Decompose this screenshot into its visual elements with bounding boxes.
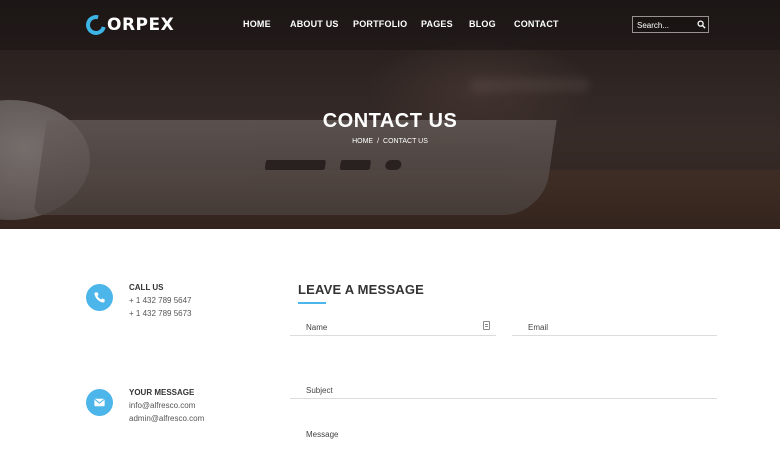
email-field bbox=[512, 320, 717, 336]
nav-item-about-us[interactable]: ABOUT US bbox=[290, 19, 339, 29]
phone-icon bbox=[94, 292, 105, 303]
breadcrumb-separator: / bbox=[377, 138, 380, 145]
phone-icon-badge bbox=[86, 284, 113, 311]
page-title: CONTACT US bbox=[322, 110, 458, 132]
email-address: admin@alfresco.com bbox=[129, 414, 205, 423]
nav-item-contact[interactable]: CONTACT bbox=[514, 19, 559, 29]
subject-field bbox=[290, 383, 717, 399]
message-field bbox=[290, 430, 717, 470]
phone-number: + 1 432 789 5647 bbox=[129, 296, 192, 305]
search-box bbox=[632, 16, 709, 33]
nav-item-portfolio[interactable]: PORTFOLIO bbox=[353, 19, 407, 29]
form-title: LEAVE A MESSAGE bbox=[298, 282, 425, 297]
message-textarea[interactable] bbox=[306, 430, 693, 460]
top-navbar: ORPEX HOME ABOUT US PORTFOLIO PAGES BLOG… bbox=[0, 0, 780, 50]
breadcrumb-current: CONTACT US bbox=[383, 138, 428, 145]
phone-number: + 1 432 789 5673 bbox=[129, 309, 192, 318]
nav-item-pages[interactable]: PAGES bbox=[421, 19, 453, 29]
name-input[interactable] bbox=[306, 320, 472, 334]
name-field bbox=[290, 320, 496, 336]
envelope-icon-badge bbox=[86, 389, 113, 416]
breadcrumb: HOME / CONTACT US bbox=[0, 138, 780, 145]
contact-info-title: CALL US bbox=[129, 283, 164, 292]
envelope-icon bbox=[94, 398, 105, 407]
autofill-icon[interactable] bbox=[483, 321, 490, 330]
contact-info-title: YOUR MESSAGE bbox=[129, 388, 195, 397]
email-input[interactable] bbox=[528, 320, 693, 334]
nav-item-blog[interactable]: BLOG bbox=[469, 19, 496, 29]
title-underline bbox=[298, 302, 326, 304]
email-address: info@alfresco.com bbox=[129, 401, 196, 410]
subject-input[interactable] bbox=[306, 383, 693, 397]
nav-item-home[interactable]: HOME bbox=[243, 19, 271, 29]
breadcrumb-home-link[interactable]: HOME bbox=[352, 138, 373, 145]
search-icon[interactable] bbox=[697, 20, 706, 29]
search-input[interactable] bbox=[637, 19, 695, 31]
